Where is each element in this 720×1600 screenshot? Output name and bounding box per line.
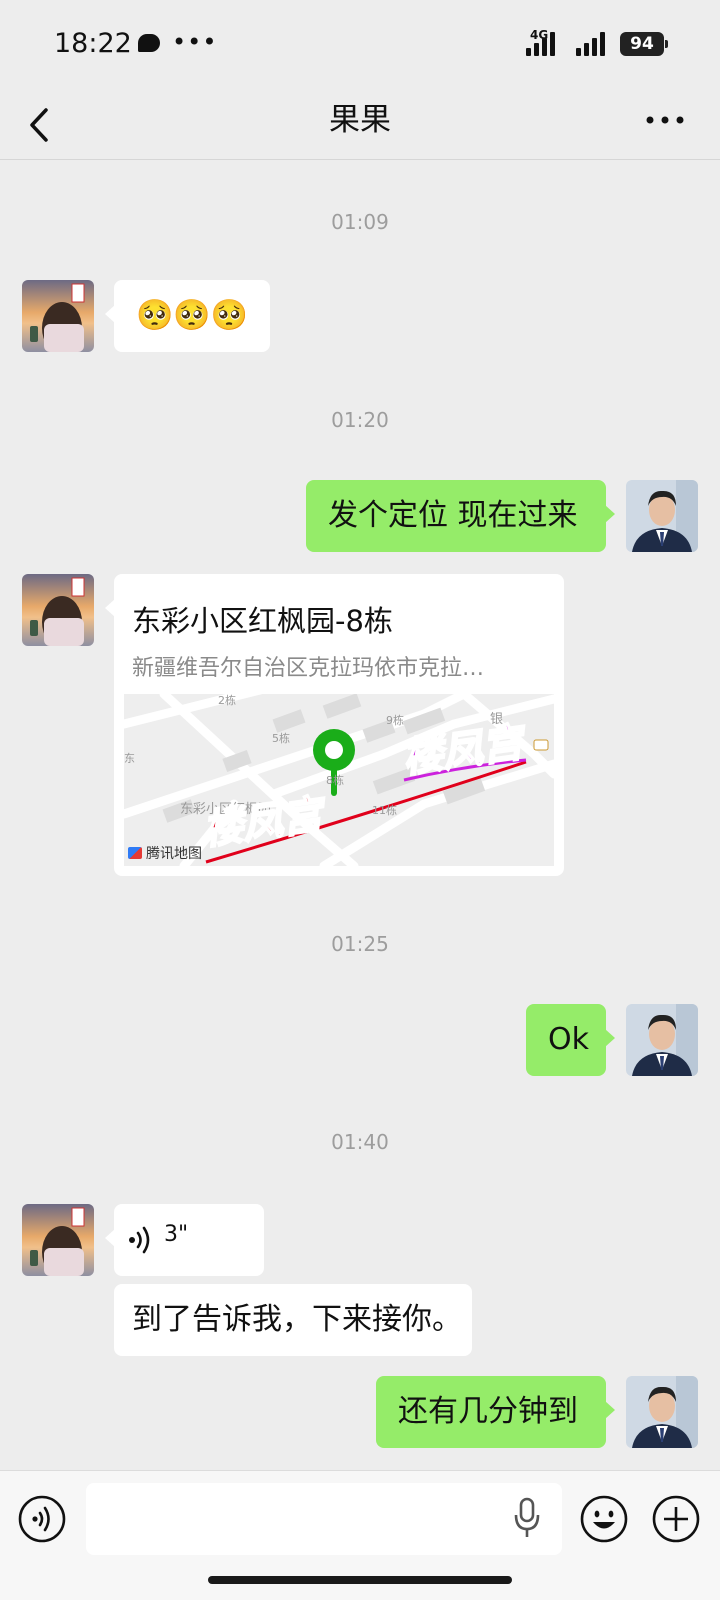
location-address: 新疆维吾尔自治区克拉玛依市克拉… bbox=[132, 656, 485, 681]
tencent-map-logo-icon bbox=[128, 847, 142, 859]
timestamp: 01:20 bbox=[331, 408, 389, 432]
voice-mode-icon bbox=[18, 1495, 66, 1543]
voice-message-bubble[interactable]: 3" bbox=[105, 1204, 264, 1276]
more-functions-button[interactable] bbox=[652, 1495, 700, 1543]
voice-wave-icon bbox=[129, 1226, 150, 1254]
message-bubble-received[interactable]: 🥺🥺🥺 bbox=[105, 280, 270, 352]
home-indicator[interactable] bbox=[208, 1576, 512, 1584]
contact-avatar[interactable] bbox=[22, 574, 94, 646]
emoji-button[interactable] bbox=[580, 1495, 628, 1543]
map-credit-text: 腾讯地图 bbox=[146, 846, 202, 862]
hold-to-talk-button[interactable] bbox=[512, 1493, 542, 1543]
map-label: 11栋 bbox=[372, 804, 397, 817]
timestamp: 01:25 bbox=[331, 932, 389, 956]
avatar-image bbox=[22, 1204, 94, 1276]
timestamp: 01:09 bbox=[331, 210, 389, 234]
voice-duration: 3" bbox=[164, 1222, 189, 1247]
my-avatar[interactable] bbox=[626, 1376, 698, 1448]
location-name: 东彩小区红枫园-8栋 bbox=[132, 604, 393, 638]
contact-avatar[interactable] bbox=[22, 280, 94, 352]
map-label: 东 bbox=[124, 752, 135, 765]
avatar-image bbox=[626, 1004, 698, 1076]
message-bubble-sent[interactable]: Ok bbox=[526, 1004, 615, 1076]
avatar-image bbox=[22, 574, 94, 646]
map-label: 5栋 bbox=[272, 732, 290, 745]
my-avatar[interactable] bbox=[626, 1004, 698, 1076]
voice-mode-button[interactable] bbox=[18, 1495, 66, 1543]
microphone-icon bbox=[514, 1497, 540, 1537]
chat-screen: 18:22 ••• 4G 94 果果 01:09 🥺🥺🥺 01:20 发个定位 … bbox=[0, 0, 720, 1600]
map-credit: 腾讯地图 bbox=[128, 843, 202, 863]
location-map-preview[interactable]: 2栋 5栋 9栋 8栋 11栋 东彩小区红枫园 银 东 楼凤宫 楼凤宫 腾讯地图 bbox=[124, 694, 554, 866]
emoji-icon bbox=[580, 1495, 628, 1543]
message-bubble-received[interactable]: 到了告诉我，下来接你。 bbox=[114, 1284, 472, 1356]
message-list[interactable]: 01:09 🥺🥺🥺 01:20 发个定位 现在过来 东彩小区红枫园-8栋 新疆维… bbox=[0, 0, 720, 1470]
my-avatar[interactable] bbox=[626, 480, 698, 552]
avatar-image bbox=[22, 280, 94, 352]
map-label: 2栋 bbox=[218, 694, 236, 707]
timestamp: 01:40 bbox=[331, 1130, 389, 1154]
contact-avatar[interactable] bbox=[22, 1204, 94, 1276]
message-input[interactable] bbox=[86, 1483, 562, 1555]
message-bubble-sent[interactable]: 还有几分钟到 bbox=[376, 1376, 615, 1448]
avatar-image bbox=[626, 1376, 698, 1448]
plus-circle-icon bbox=[652, 1495, 700, 1543]
avatar-image bbox=[626, 480, 698, 552]
message-bubble-sent[interactable]: 发个定位 现在过来 bbox=[306, 480, 615, 552]
map-label: 8栋 bbox=[326, 774, 344, 787]
location-message-card[interactable]: 东彩小区红枫园-8栋 新疆维吾尔自治区克拉玛依市克拉… 2栋 5栋 9栋 8栋 … bbox=[105, 574, 564, 876]
